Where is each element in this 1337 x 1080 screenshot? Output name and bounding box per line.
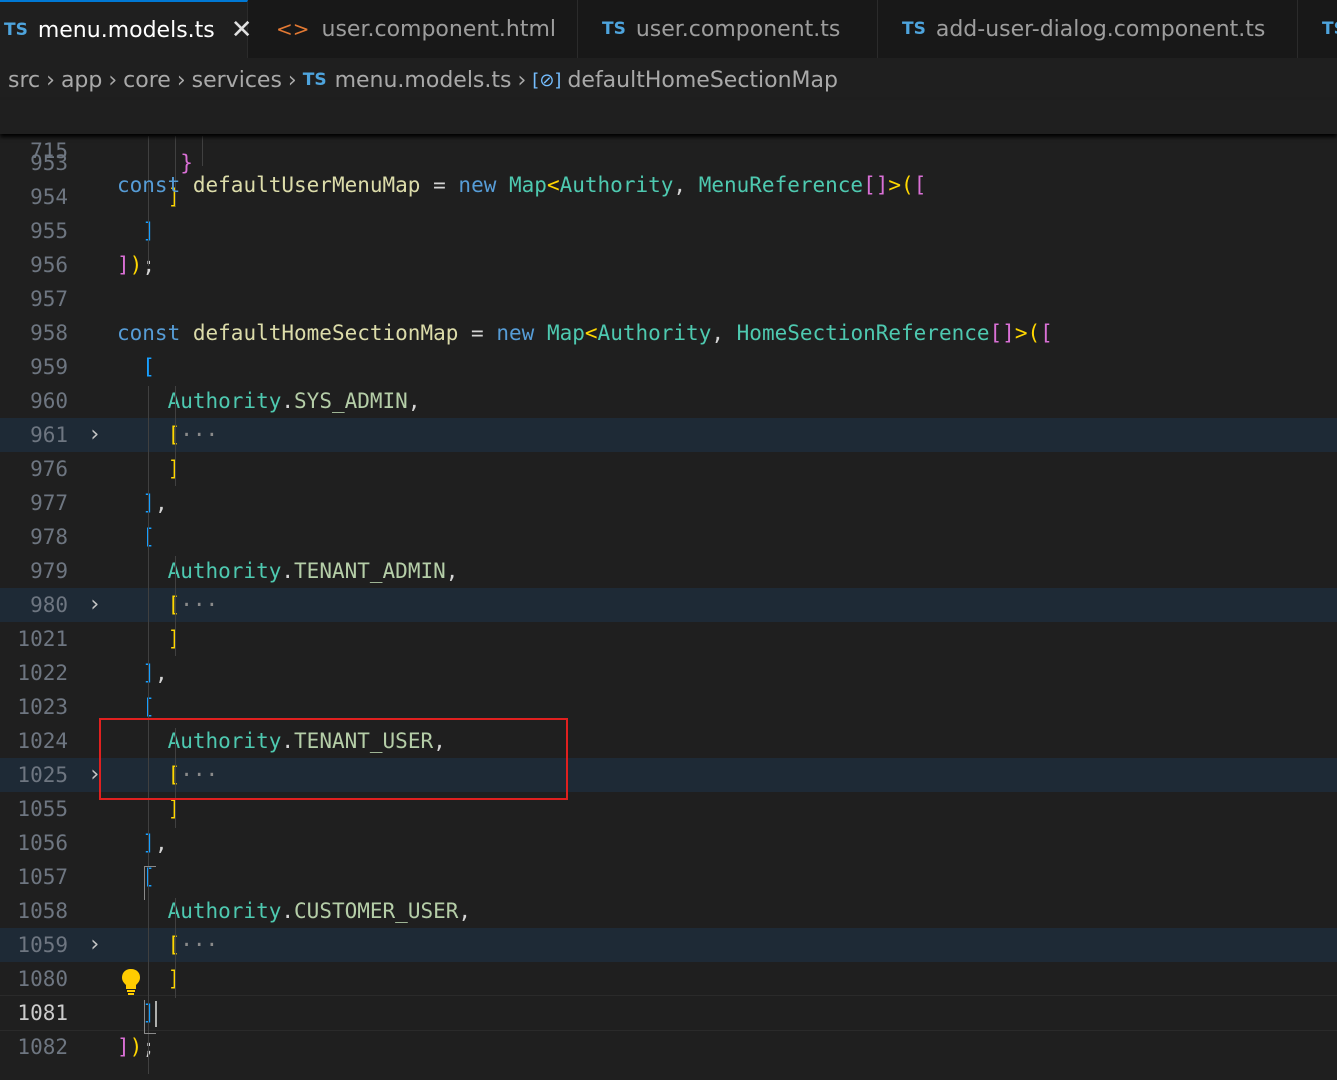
folded-line[interactable]: 980 › [···	[0, 588, 1337, 622]
breadcrumb-src[interactable]: src	[8, 68, 40, 93]
breadcrumb-file[interactable]: menu.models.ts	[335, 68, 512, 93]
line-number: 976	[30, 457, 68, 481]
tab-label: user.component.ts	[635, 16, 841, 42]
keyword: const	[117, 173, 181, 197]
line-number: 1059	[17, 933, 68, 957]
punctuation: ,	[673, 173, 687, 197]
chevron-right-icon[interactable]: ›	[88, 588, 101, 622]
breadcrumb-symbol[interactable]: defaultHomeSectionMap	[567, 68, 838, 93]
line-number: 1058	[17, 899, 68, 923]
line-number: 960	[30, 389, 68, 413]
enum-member: TENANT_ADMIN	[294, 559, 446, 583]
sticky-scroll-line[interactable]: 715 const defaultUserMenuMap = new Map<A…	[0, 100, 1337, 197]
chevron-right-icon: ›	[108, 67, 118, 93]
operator: =	[471, 321, 484, 345]
keyword: new	[458, 173, 497, 197]
line-number: 1025	[17, 763, 68, 787]
chevron-right-icon: ›	[287, 67, 297, 93]
fold-ellipsis[interactable]: ···	[180, 593, 218, 617]
breadcrumb-services[interactable]: services	[192, 68, 282, 93]
type: Authority	[597, 321, 712, 345]
line-number: 1022	[17, 661, 68, 685]
tab-label: menu.models.ts	[37, 17, 215, 43]
line-number: 959	[30, 355, 68, 379]
tab-label: user.component.html	[321, 16, 557, 42]
type: HomeSectionReference	[736, 321, 990, 345]
tab-label: add-user-dialog.component.ts	[935, 16, 1266, 42]
breadcrumb: src › app › core › services › TS menu.mo…	[0, 58, 1337, 102]
identifier: defaultUserMenuMap	[192, 173, 421, 197]
type: Authority	[167, 899, 282, 923]
line-number: 1023	[17, 695, 68, 719]
type: Map	[546, 321, 585, 345]
fold-ellipsis[interactable]: ···	[180, 423, 218, 447]
tab-user-component-ts[interactable]: TS user.component.ts	[578, 0, 878, 58]
line-number: 980	[30, 593, 68, 617]
editor-tab-bar: TS menu.models.ts ✕ <> user.component.ht…	[0, 0, 1337, 59]
typescript-file-icon: TS	[302, 70, 327, 90]
line-number: 1080	[17, 967, 68, 991]
line-number: 979	[30, 559, 68, 583]
type: MenuReference	[698, 173, 864, 197]
line-number: 1057	[17, 865, 68, 889]
line-number: 1021	[17, 627, 68, 651]
line-number-current: 1081	[17, 1001, 68, 1025]
enum-member: SYS_ADMIN	[294, 389, 408, 413]
typescript-file-icon: TS	[1322, 19, 1337, 39]
line-number: 715	[30, 139, 68, 163]
chevron-right-icon[interactable]: ›	[88, 928, 101, 962]
line-number: 1055	[17, 797, 68, 821]
identifier: defaultHomeSectionMap	[192, 321, 459, 345]
folded-line[interactable]: 961 › [···	[0, 418, 1337, 452]
operator: =	[433, 173, 446, 197]
line-number: 956	[30, 253, 68, 277]
tab-menu-models[interactable]: TS menu.models.ts ✕	[0, 0, 253, 58]
line-number: 957	[30, 287, 68, 311]
enum-member: CUSTOMER_USER	[294, 899, 459, 923]
breadcrumb-app[interactable]: app	[61, 68, 102, 93]
variable-symbol-icon: [⊘]	[532, 69, 562, 91]
tab-user-component-html[interactable]: <> user.component.html	[248, 0, 578, 58]
chevron-right-icon[interactable]: ›	[88, 418, 101, 452]
line-number: 961	[30, 423, 68, 447]
lightbulb-icon[interactable]	[120, 968, 142, 996]
text-cursor	[154, 1001, 157, 1027]
chevron-right-icon: ›	[176, 67, 186, 93]
highlight-annotation-box	[99, 718, 568, 800]
type: Map	[509, 173, 547, 197]
chevron-right-icon: ›	[517, 67, 527, 93]
keyword: new	[496, 321, 535, 345]
breadcrumb-core[interactable]: core	[123, 68, 171, 93]
folded-line[interactable]: 1059 › [···	[0, 928, 1337, 962]
html-file-icon: <>	[276, 17, 310, 41]
code-editor[interactable]: 715 const defaultUserMenuMap = new Map<A…	[0, 100, 1337, 1080]
typescript-file-icon: TS	[602, 19, 626, 39]
type: Authority	[167, 559, 282, 583]
tab-add-user-dialog-component-ts[interactable]: TS add-user-dialog.component.ts	[878, 0, 1298, 58]
line-number: 1082	[17, 1035, 68, 1059]
line-number: 1024	[17, 729, 68, 753]
chevron-right-icon: ›	[46, 67, 55, 93]
type: Authority	[167, 389, 282, 413]
typescript-file-icon: TS	[902, 19, 926, 39]
tab-overflow[interactable]: TS	[1298, 0, 1337, 58]
line-number: 978	[30, 525, 68, 549]
typescript-file-icon: TS	[4, 20, 28, 40]
keyword: const	[117, 321, 181, 345]
line-number: 1056	[17, 831, 68, 855]
line-number: 958	[30, 321, 68, 345]
line-number: 977	[30, 491, 68, 515]
type: Authority	[559, 173, 674, 197]
fold-ellipsis[interactable]: ···	[180, 933, 218, 957]
